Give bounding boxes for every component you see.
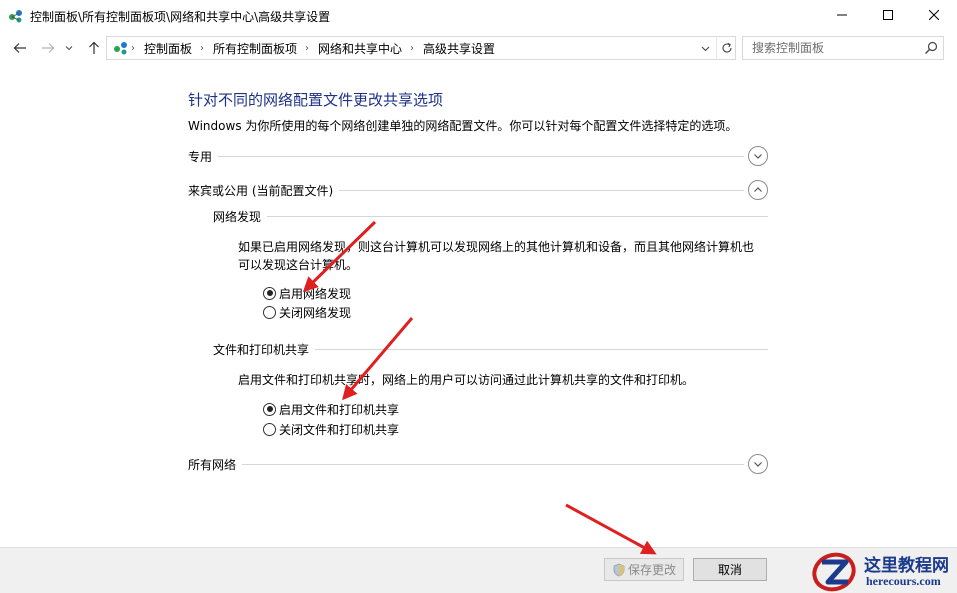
recent-locations-button[interactable] <box>62 38 76 58</box>
address-bar[interactable]: › 控制面板 › 所有控制面板项 › 网络和共享中心 › 高级共享设置 <box>106 36 736 60</box>
refresh-icon <box>722 42 732 53</box>
control-panel-icon <box>114 42 127 55</box>
page-title: 针对不同的网络配置文件更改共享选项 <box>188 91 444 109</box>
watermark-name: 这里教程网 <box>864 556 949 576</box>
maximize-button[interactable] <box>865 0 911 30</box>
main-content: 针对不同的网络配置文件更改共享选项 Windows 为你所使用的每个网络创建单独… <box>0 64 957 547</box>
network-discovery-on-radio[interactable] <box>263 286 276 300</box>
breadcrumb: › 控制面板 › 所有控制面板项 › 网络和共享中心 › 高级共享设置 <box>131 37 495 59</box>
search-box[interactable] <box>742 36 944 60</box>
up-button[interactable] <box>84 38 104 58</box>
network-discovery-section: 网络发现 <box>213 206 768 226</box>
address-history-button[interactable] <box>697 40 713 56</box>
chevron-down-icon <box>65 46 73 51</box>
expand-all-networks-button[interactable] <box>748 454 768 474</box>
network-discovery-off-radio[interactable] <box>263 305 276 319</box>
network-center-icon <box>9 10 22 23</box>
close-button[interactable] <box>911 0 957 30</box>
breadcrumb-item-advanced-sharing[interactable]: 高级共享设置 <box>423 40 495 57</box>
file-sharing-on-radio[interactable] <box>263 402 276 416</box>
chevron-down-icon <box>754 154 762 159</box>
page-description: Windows 为你所使用的每个网络创建单独的网络配置文件。你可以针对每个配置文… <box>188 119 738 133</box>
save-changes-button[interactable]: 保存更改 <box>604 558 684 581</box>
navigation-bar: › 控制面板 › 所有控制面板项 › 网络和共享中心 › 高级共享设置 <box>0 32 957 64</box>
breadcrumb-item-control-panel[interactable]: 控制面板 <box>144 40 192 57</box>
file-sharing-off-option[interactable]: 关闭文件和打印机共享 <box>263 420 399 438</box>
arrow-left-icon <box>13 43 26 53</box>
chevron-down-icon <box>754 462 762 467</box>
network-discovery-text-line2: 可以发现这台计算机。 <box>238 258 359 272</box>
chevron-up-icon <box>754 187 762 192</box>
network-discovery-description: 如果已启用网络发现，则这台计算机可以发现网络上的其他计算机和设备，而且其他网络计… <box>238 238 778 274</box>
profile-guest-public-label[interactable]: 来宾或公用 (当前配置文件) <box>188 182 340 199</box>
breadcrumb-separator[interactable]: › <box>305 43 309 54</box>
expand-private-button[interactable] <box>748 146 768 166</box>
back-button[interactable] <box>10 38 30 58</box>
search-input[interactable] <box>743 37 919 59</box>
close-icon <box>929 10 939 20</box>
divider <box>213 216 768 217</box>
network-discovery-off-option[interactable]: 关闭网络发现 <box>263 303 351 321</box>
profile-all-networks[interactable]: 所有网络 <box>188 453 768 475</box>
file-sharing-off-radio[interactable] <box>263 422 276 436</box>
search-icon[interactable] <box>923 40 939 56</box>
collapse-guest-public-button[interactable] <box>748 180 768 200</box>
save-changes-label: 保存更改 <box>627 563 676 577</box>
uac-shield-icon <box>613 563 625 576</box>
forward-button[interactable] <box>38 38 58 58</box>
breadcrumb-separator: › <box>131 42 135 54</box>
breadcrumb-separator[interactable]: › <box>200 43 204 54</box>
breadcrumb-item-network-center[interactable]: 网络和共享中心 <box>318 40 402 57</box>
title-bar: 控制面板\所有控制面板项\网络和共享中心\高级共享设置 <box>0 0 957 32</box>
minimize-button[interactable] <box>819 0 865 30</box>
network-discovery-on-label[interactable]: 启用网络发现 <box>279 285 351 302</box>
network-discovery-off-label[interactable]: 关闭网络发现 <box>279 304 351 321</box>
window-title: 控制面板\所有控制面板项\网络和共享中心\高级共享设置 <box>30 10 331 24</box>
profile-guest-public[interactable]: 来宾或公用 (当前配置文件) <box>188 179 768 201</box>
minimize-icon <box>837 14 847 16</box>
profile-all-networks-label[interactable]: 所有网络 <box>188 456 243 473</box>
watermark-logo-icon <box>812 552 856 592</box>
chevron-down-icon <box>701 46 709 51</box>
file-sharing-off-label[interactable]: 关闭文件和打印机共享 <box>279 421 399 438</box>
arrow-right-icon <box>42 43 55 53</box>
file-sharing-on-label[interactable]: 启用文件和打印机共享 <box>279 401 399 418</box>
site-watermark: 这里教程网 herecours.com <box>806 548 957 593</box>
divider <box>188 464 744 465</box>
refresh-button[interactable] <box>716 38 736 58</box>
breadcrumb-separator[interactable]: › <box>410 43 414 54</box>
file-printer-sharing-section: 文件和打印机共享 <box>213 339 768 359</box>
network-discovery-title: 网络发现 <box>213 208 268 225</box>
cancel-button[interactable]: 取消 <box>693 558 767 581</box>
divider <box>188 156 744 157</box>
cancel-label: 取消 <box>717 563 742 577</box>
profile-private-label[interactable]: 专用 <box>188 148 219 165</box>
breadcrumb-item-all-items[interactable]: 所有控制面板项 <box>213 40 297 57</box>
network-discovery-text-line1: 如果已启用网络发现，则这台计算机可以发现网络上的其他计算机和设备，而且其他网络计… <box>238 240 755 254</box>
profile-private[interactable]: 专用 <box>188 145 768 167</box>
watermark-url: herecours.com <box>866 574 941 588</box>
arrow-up-icon <box>89 41 99 54</box>
network-discovery-on-option[interactable]: 启用网络发现 <box>263 284 351 302</box>
file-printer-sharing-title: 文件和打印机共享 <box>213 341 316 358</box>
file-sharing-on-option[interactable]: 启用文件和打印机共享 <box>263 400 399 418</box>
maximize-icon <box>883 10 893 20</box>
file-printer-sharing-description: 启用文件和打印机共享时，网络上的用户可以访问通过此计算机共享的文件和打印机。 <box>238 373 695 387</box>
